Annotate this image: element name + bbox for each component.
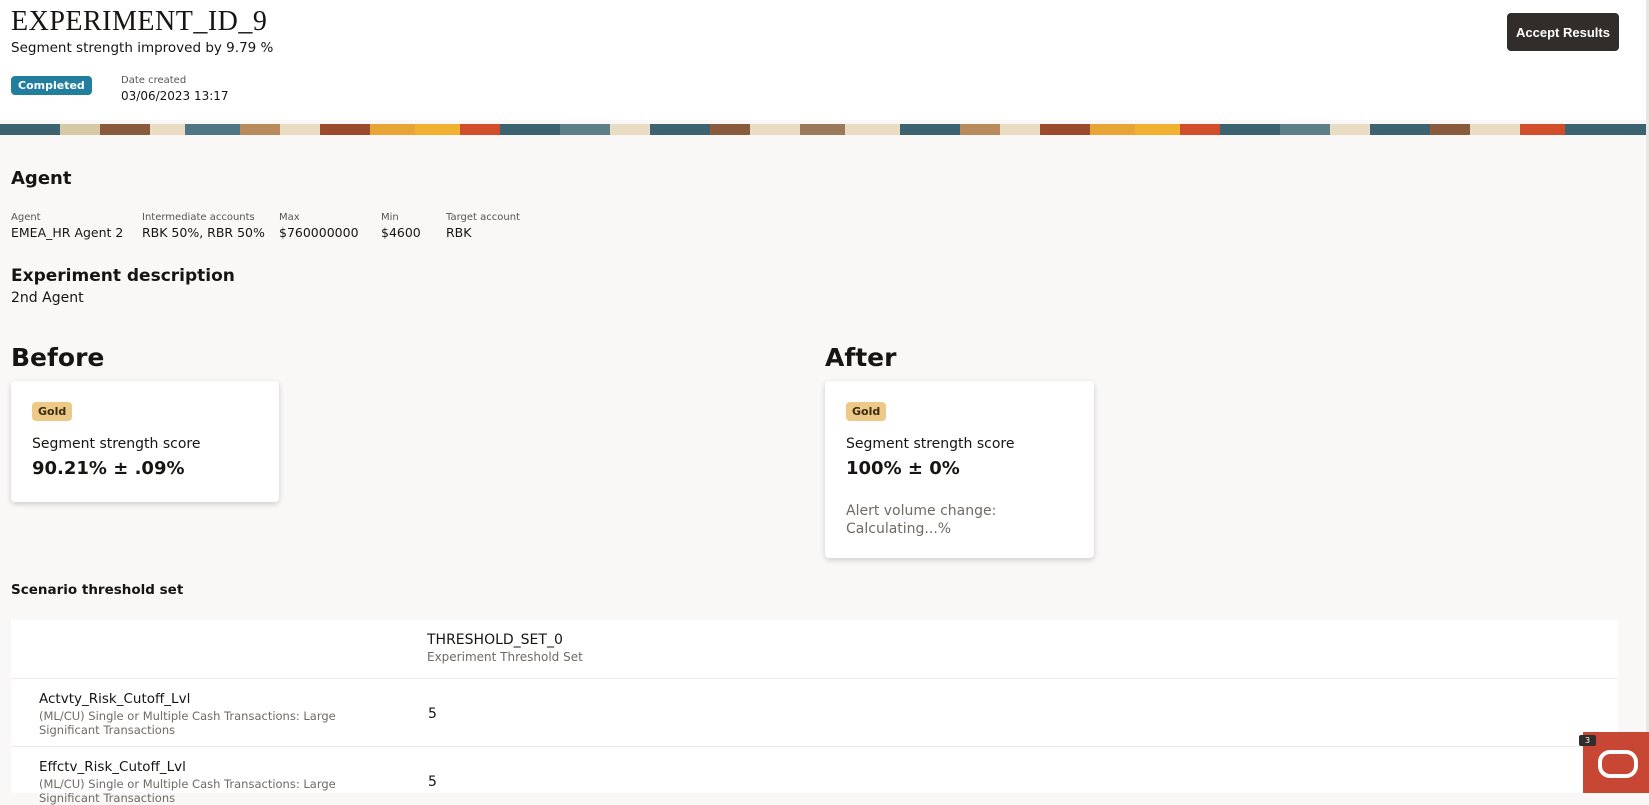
oracle-o-icon	[1598, 750, 1638, 778]
after-title: After	[825, 343, 897, 372]
intermediate-accounts-value: RBK 50%, RBR 50%	[142, 225, 265, 240]
score-value: 100% ± 0%	[846, 458, 960, 479]
intermediate-accounts-field: Intermediate accounts RBK 50%, RBR 50%	[142, 212, 265, 240]
max-label: Max	[279, 212, 300, 223]
agent-section-title: Agent	[11, 168, 72, 189]
max-field: Max $760000000	[279, 212, 359, 240]
page-subtitle: Segment strength improved by 9.79 %	[11, 40, 274, 56]
threshold-value: 5	[428, 706, 437, 722]
tier-badge: Gold	[32, 402, 73, 421]
page-header: EXPERIMENT_ID_9 Segment strength improve…	[0, 0, 1649, 120]
min-label: Min	[381, 212, 399, 223]
threshold-name: Actvty_Risk_Cutoff_Lvl	[39, 691, 191, 707]
agent-value: EMEA_HR Agent 2	[11, 225, 124, 240]
threshold-description: (ML/CU) Single or Multiple Cash Transact…	[39, 709, 336, 737]
target-account-field: Target account RBK	[446, 212, 520, 240]
experiment-description-value: 2nd Agent	[11, 290, 84, 306]
target-account-value: RBK	[446, 225, 472, 240]
score-label: Segment strength score	[32, 436, 201, 452]
column-header-name: THRESHOLD_SET_0	[427, 632, 563, 648]
notification-count-badge: 3	[1579, 735, 1597, 746]
experiment-description-title: Experiment description	[11, 266, 235, 286]
threshold-name: Effctv_Risk_Cutoff_Lvl	[39, 759, 186, 775]
agent-label: Agent	[11, 212, 41, 223]
date-created-label: Date created	[121, 75, 187, 86]
after-card: Gold Segment strength score 100% ± 0% Al…	[825, 381, 1094, 558]
threshold-table: THRESHOLD_SET_0 Experiment Threshold Set…	[11, 620, 1618, 805]
before-card: Gold Segment strength score 90.21% ± .09…	[11, 381, 279, 502]
tier-badge: Gold	[846, 402, 887, 421]
threshold-value: 5	[428, 774, 437, 790]
decorative-banner	[0, 120, 1649, 135]
min-field: Min $4600	[381, 212, 421, 240]
min-value: $4600	[381, 225, 421, 240]
max-value: $760000000	[279, 225, 359, 240]
column-header-sub: Experiment Threshold Set	[427, 650, 583, 664]
scenario-threshold-title: Scenario threshold set	[11, 582, 184, 598]
threshold-description: (ML/CU) Single or Multiple Cash Transact…	[39, 777, 336, 805]
agent-field: Agent EMEA_HR Agent 2	[11, 212, 123, 240]
date-created-value: 03/06/2023 13:17	[121, 89, 229, 103]
table-row: Actvty_Risk_Cutoff_Lvl (ML/CU) Single or…	[11, 678, 1618, 745]
page-title: EXPERIMENT_ID_9	[11, 6, 268, 37]
alert-volume-label: Alert volume change:	[846, 503, 997, 519]
alert-volume-value: Calculating...%	[846, 521, 952, 537]
score-label: Segment strength score	[846, 436, 1015, 452]
intermediate-accounts-label: Intermediate accounts	[142, 212, 255, 223]
table-row: Effctv_Risk_Cutoff_Lvl (ML/CU) Single or…	[11, 746, 1618, 805]
accept-results-button[interactable]: Accept Results	[1507, 13, 1619, 51]
status-badge: Completed	[11, 76, 92, 95]
before-title: Before	[11, 343, 105, 372]
target-account-label: Target account	[446, 212, 520, 223]
alert-volume-change: Alert volume change: Calculating...%	[846, 502, 996, 538]
score-value: 90.21% ± .09%	[32, 458, 185, 479]
